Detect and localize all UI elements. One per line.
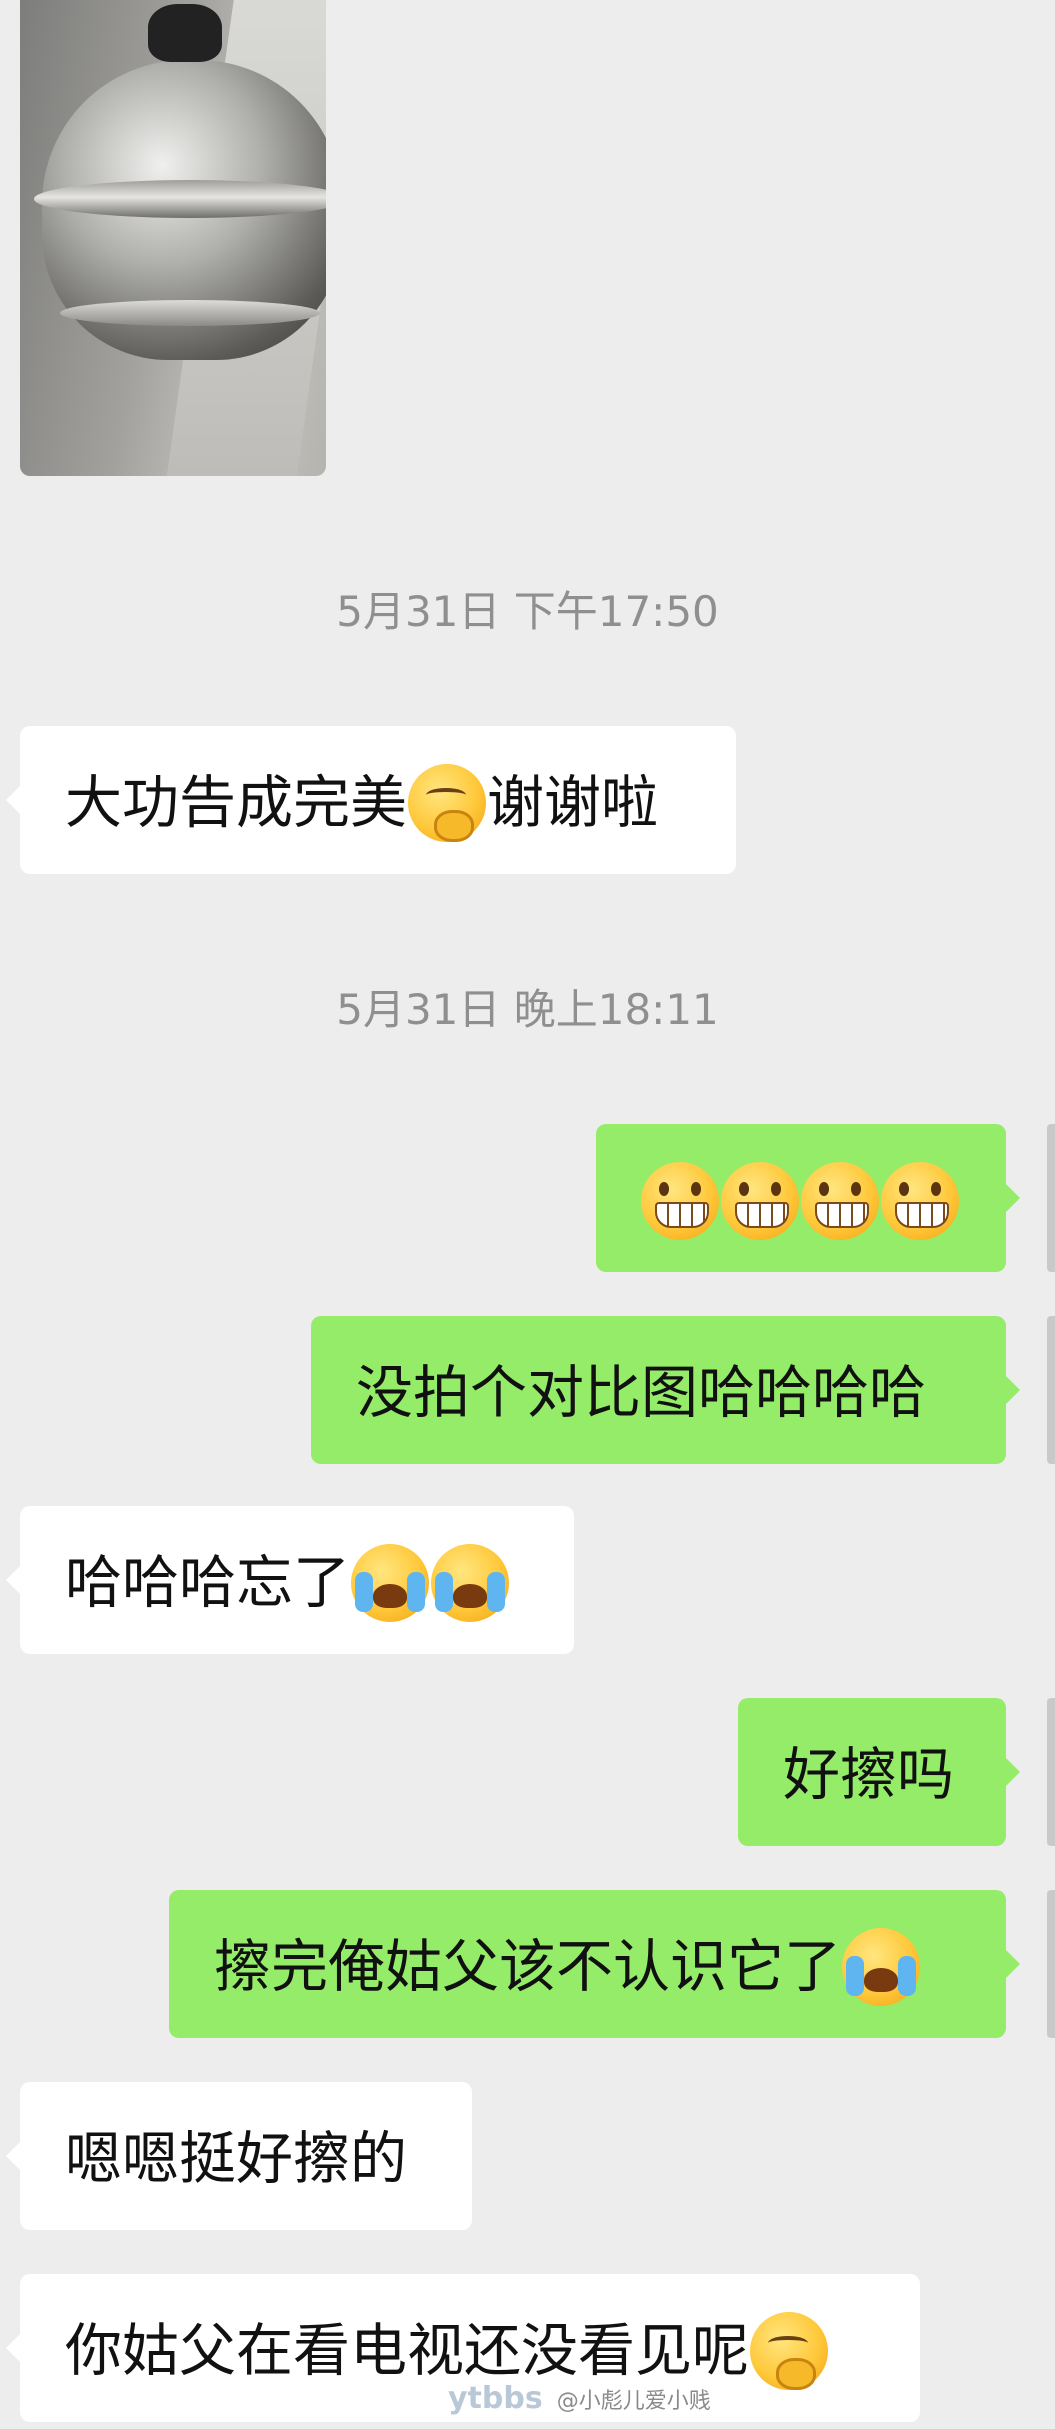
cry-laugh-emoji-icon <box>842 1928 920 2007</box>
message-bubble-received[interactable]: 大功告成完美 谢谢啦 <box>6 726 736 874</box>
grin-emoji-icon <box>721 1162 799 1241</box>
message-bubble-received[interactable]: 嗯嗯挺好擦的 <box>6 2082 472 2230</box>
message-bubble-received[interactable]: 哈哈哈忘了 <box>6 1506 574 1654</box>
watermark: ytbbs @小彪儿爱小贱 <box>448 2378 711 2420</box>
message-bubble-sent[interactable]: 没拍个对比图哈哈哈哈 <box>311 1316 1020 1464</box>
timestamp: 5月31日 晚上18:11 <box>336 985 719 1034</box>
grin-emoji-icon <box>641 1162 719 1241</box>
lid-handle <box>148 4 222 62</box>
message-text: 好擦吗 <box>783 1741 954 1808</box>
avatar-edge <box>1047 1890 1055 2038</box>
avatar-edge <box>1047 1698 1055 1846</box>
message-text: 大功告成完美 <box>65 769 407 836</box>
steamer-band <box>60 300 320 326</box>
watermark-logo: ytbbs <box>448 2381 543 2416</box>
think-emoji-icon <box>408 764 486 843</box>
steamer-rim <box>34 180 326 218</box>
message-text: 你姑父在看电视还没看见呢 <box>65 2317 749 2384</box>
message-text: 谢谢啦 <box>487 769 658 836</box>
grin-emoji-icon <box>881 1162 959 1241</box>
message-bubble-sent[interactable]: 擦完俺姑父该不认识它了 <box>169 1890 1020 2038</box>
cry-laugh-emoji-icon <box>351 1544 429 1623</box>
grin-emoji-icon <box>801 1162 879 1241</box>
message-bubble-sent[interactable]: 好擦吗 <box>738 1698 1020 1846</box>
message-text: 擦完俺姑父该不认识它了 <box>214 1933 841 2000</box>
think-emoji-icon <box>750 2312 828 2391</box>
cry-laugh-emoji-icon <box>431 1544 509 1623</box>
avatar-edge <box>1047 1316 1055 1464</box>
message-text: 没拍个对比图哈哈哈哈 <box>356 1359 926 1426</box>
message-text: 嗯嗯挺好擦的 <box>65 2125 407 2192</box>
avatar-edge <box>1047 1124 1055 1272</box>
message-bubble-sent[interactable] <box>596 1124 1020 1272</box>
watermark-handle: @小彪儿爱小贱 <box>556 2389 711 2414</box>
message-text: 哈哈哈忘了 <box>65 1549 350 1616</box>
timestamp: 5月31日 下午17:50 <box>336 587 719 636</box>
image-message-steamer-photo[interactable] <box>20 0 326 476</box>
